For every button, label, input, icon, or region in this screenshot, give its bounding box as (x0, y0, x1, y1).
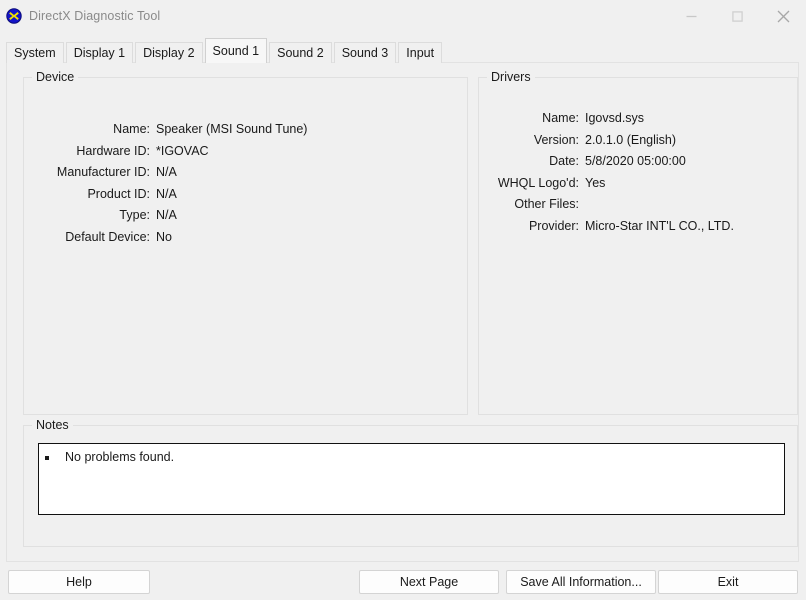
device-group-label: Device (32, 70, 79, 84)
next-page-button[interactable]: Next Page (359, 570, 499, 594)
tab-sound-2[interactable]: Sound 2 (269, 42, 332, 63)
tab-display-2[interactable]: Display 2 (135, 42, 203, 63)
notes-item-text: No problems found. (65, 450, 175, 464)
driver-name-label: Name: (542, 111, 579, 125)
device-hardware-id-label: Hardware ID: (76, 143, 150, 158)
drivers-field-list: Name: Igovsd.sys Version: 2.0.1.0 (Engli… (479, 111, 734, 240)
device-product-id-label: Product ID: (87, 186, 150, 201)
device-manufacturer-id-label: Manufacturer ID: (56, 165, 150, 179)
driver-field-date: Date: 5/8/2020 05:00:00 (479, 154, 734, 176)
driver-version-value: 2.0.1.0 (English) (585, 132, 677, 147)
notes-group: Notes No problems found. (23, 418, 798, 547)
device-field-name: Name: Speaker (MSI Sound Tune) (24, 122, 307, 144)
driver-date-value: 5/8/2020 05:00:00 (585, 154, 686, 168)
device-field-default-device: Default Device: No (24, 230, 307, 252)
device-field-manufacturer-id: Manufacturer ID: N/A (24, 165, 307, 187)
driver-field-other-files: Other Files: (479, 197, 734, 219)
notes-list-item: No problems found. (39, 450, 784, 464)
driver-name-value: Igovsd.sys (585, 111, 645, 125)
device-field-product-id: Product ID: N/A (24, 187, 307, 209)
window-title: DirectX Diagnostic Tool (29, 9, 161, 23)
device-default-device-label: Default Device: (65, 229, 150, 244)
device-type-label: Type: (119, 208, 150, 222)
driver-field-version: Version: 2.0.1.0 (English) (479, 133, 734, 155)
tab-sound-1[interactable]: Sound 1 (204, 38, 268, 63)
driver-field-provider: Provider: Micro-Star INT'L CO., LTD. (479, 219, 734, 241)
driver-whql-value: Yes (585, 175, 606, 190)
notes-textbox[interactable]: No problems found. (38, 443, 785, 515)
tab-strip: System Display 1 Display 2 Sound 1 Sound… (6, 38, 444, 63)
save-all-information-button[interactable]: Save All Information... (506, 570, 656, 594)
device-type-value: N/A (156, 208, 177, 222)
device-name-value: Speaker (MSI Sound Tune) (156, 122, 308, 136)
notes-group-label: Notes (32, 418, 73, 432)
driver-date-label: Date: (549, 154, 579, 168)
tab-page-sound-1: Device Name: Speaker (MSI Sound Tune) Ha… (6, 62, 799, 562)
device-group: Device Name: Speaker (MSI Sound Tune) Ha… (23, 70, 468, 415)
driver-whql-label: WHQL Logo'd: (497, 175, 579, 190)
tab-system[interactable]: System (6, 42, 64, 63)
exit-button[interactable]: Exit (658, 570, 798, 594)
device-field-list: Name: Speaker (MSI Sound Tune) Hardware … (24, 122, 308, 252)
driver-version-label: Version: (533, 132, 579, 147)
device-hardware-id-value: *IGOVAC (156, 143, 209, 158)
tab-display-1[interactable]: Display 1 (65, 42, 134, 63)
device-product-id-value: N/A (156, 186, 177, 201)
device-name-label: Name: (113, 122, 150, 136)
driver-field-name: Name: Igovsd.sys (479, 111, 734, 133)
minimize-icon[interactable] (668, 0, 714, 32)
window-controls (668, 0, 806, 32)
device-manufacturer-id-value: N/A (156, 165, 177, 179)
tab-input[interactable]: Input (398, 42, 443, 63)
driver-other-files-label: Other Files: (514, 197, 579, 211)
help-button[interactable]: Help (8, 570, 150, 594)
device-default-device-value: No (156, 229, 172, 244)
device-field-type: Type: N/A (24, 208, 307, 230)
tab-sound-3[interactable]: Sound 3 (333, 42, 397, 63)
directx-app-icon (6, 8, 22, 24)
driver-field-whql: WHQL Logo'd: Yes (479, 176, 734, 198)
drivers-group-label: Drivers (487, 70, 535, 84)
maximize-icon[interactable] (714, 0, 760, 32)
drivers-group: Drivers Name: Igovsd.sys Version: 2.0.1.… (478, 70, 798, 415)
close-icon[interactable] (760, 0, 806, 32)
driver-provider-value: Micro-Star INT'L CO., LTD. (585, 218, 734, 233)
driver-provider-label: Provider: (528, 218, 579, 233)
title-bar: DirectX Diagnostic Tool (0, 0, 806, 32)
bullet-icon (45, 456, 49, 460)
device-field-hardware-id: Hardware ID: *IGOVAC (24, 144, 307, 166)
